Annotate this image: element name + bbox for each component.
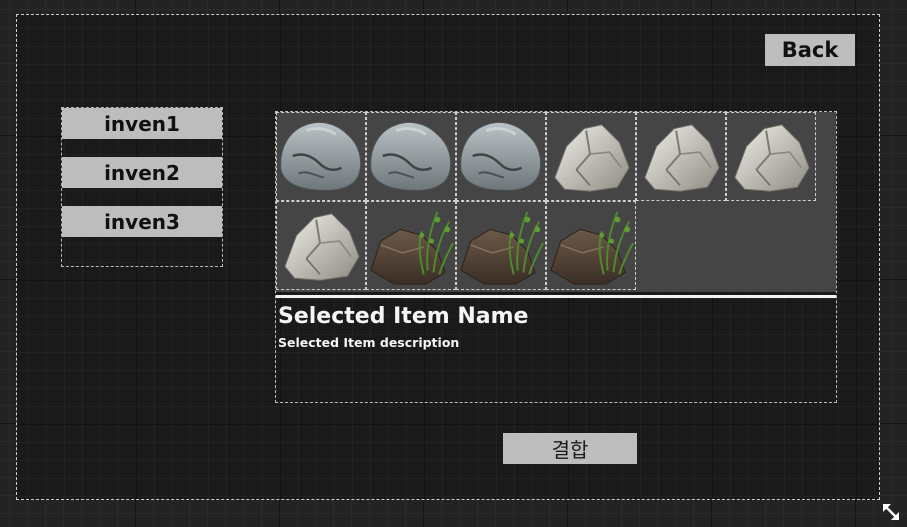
inventory-tab-inven3[interactable]: inven3	[62, 206, 222, 237]
mossy-rock-icon	[370, 211, 454, 285]
item-panel: Selected Item Name Selected Item descrip…	[275, 111, 837, 403]
item-slot[interactable]	[276, 112, 366, 201]
item-slot[interactable]	[456, 112, 546, 201]
item-slot[interactable]	[546, 112, 636, 201]
inventory-tab-panel: inven1 inven2 inven3	[61, 107, 223, 267]
item-slot[interactable]	[636, 112, 726, 201]
inventory-tab-inven2[interactable]: inven2	[62, 157, 222, 188]
selected-item-name: Selected Item Name	[278, 304, 529, 329]
item-slot[interactable]	[366, 201, 456, 290]
item-slot[interactable]	[456, 201, 546, 290]
back-button[interactable]: Back	[765, 34, 855, 66]
item-slot[interactable]	[366, 112, 456, 201]
white-rock-icon	[284, 213, 360, 281]
divider	[276, 295, 836, 298]
selected-item-description: Selected Item description	[278, 335, 460, 350]
combine-button[interactable]: 결합	[503, 433, 637, 464]
mossy-rock-icon	[550, 211, 634, 285]
item-slot[interactable]	[726, 112, 816, 201]
white-rock-icon	[554, 124, 630, 192]
item-slot[interactable]	[546, 201, 636, 290]
resize-arrows-icon[interactable]	[880, 501, 902, 523]
item-grid	[276, 112, 836, 292]
gray-boulder-icon	[460, 122, 542, 191]
gray-boulder-icon	[370, 122, 452, 191]
inventory-tab-inven1[interactable]: inven1	[62, 108, 222, 139]
gray-boulder-icon	[280, 122, 362, 191]
mossy-rock-icon	[460, 211, 544, 285]
item-slot[interactable]	[276, 201, 366, 290]
white-rock-icon	[644, 124, 720, 192]
white-rock-icon	[734, 124, 810, 192]
